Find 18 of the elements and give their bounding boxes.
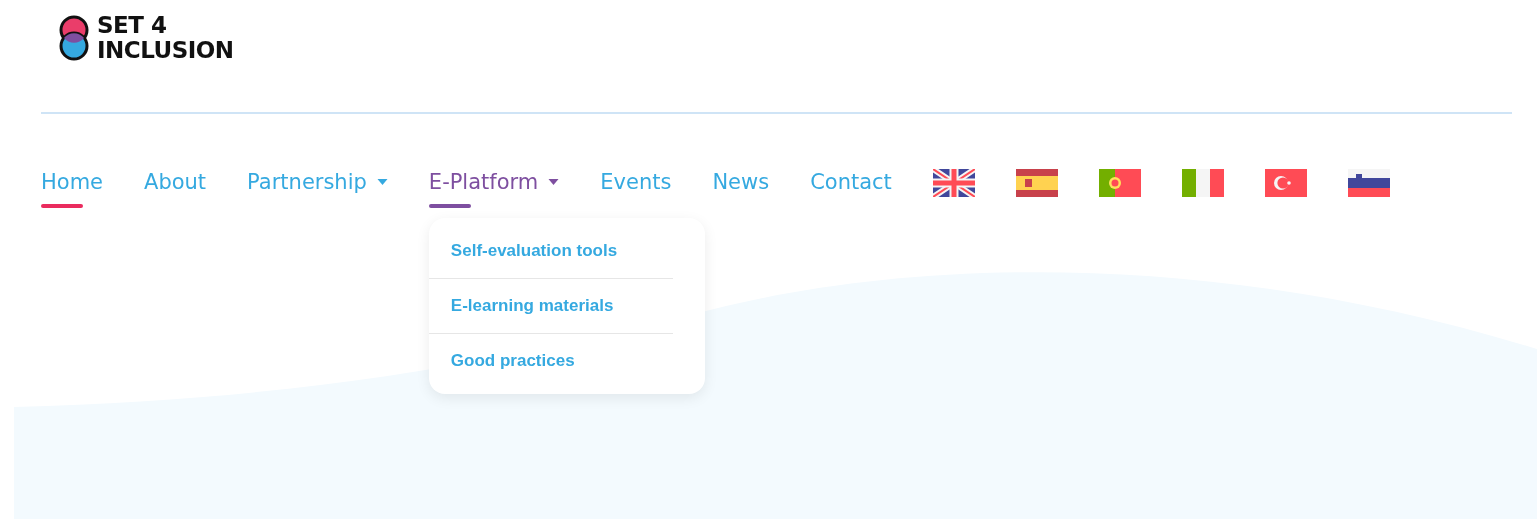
nav-link[interactable]: E-Platform bbox=[428, 166, 560, 198]
flag-icon[interactable] bbox=[932, 169, 975, 197]
logo-icon bbox=[57, 14, 91, 62]
nav-link[interactable]: About bbox=[144, 166, 207, 198]
menu-item[interactable]: Self-evaluation tools bbox=[428, 224, 673, 279]
nav-link[interactable]: Events bbox=[600, 166, 672, 198]
flag-icon[interactable] bbox=[1015, 169, 1058, 197]
menu-item[interactable]: E-learning materials bbox=[428, 279, 673, 334]
flag-icon[interactable] bbox=[1098, 169, 1141, 197]
nav-link[interactable]: News bbox=[712, 166, 770, 198]
logo-text[interactable]: SET 4 INCLUSION bbox=[97, 13, 234, 63]
flag-icon[interactable] bbox=[1347, 169, 1390, 197]
nav-link[interactable]: Contact bbox=[810, 166, 892, 198]
menu-item[interactable]: Good practices bbox=[428, 334, 673, 388]
flag-icon[interactable] bbox=[1181, 169, 1224, 197]
flag-icon[interactable] bbox=[1264, 169, 1307, 197]
nav-link[interactable]: Partnership bbox=[247, 166, 388, 198]
nav-link[interactable]: Home bbox=[41, 166, 103, 198]
